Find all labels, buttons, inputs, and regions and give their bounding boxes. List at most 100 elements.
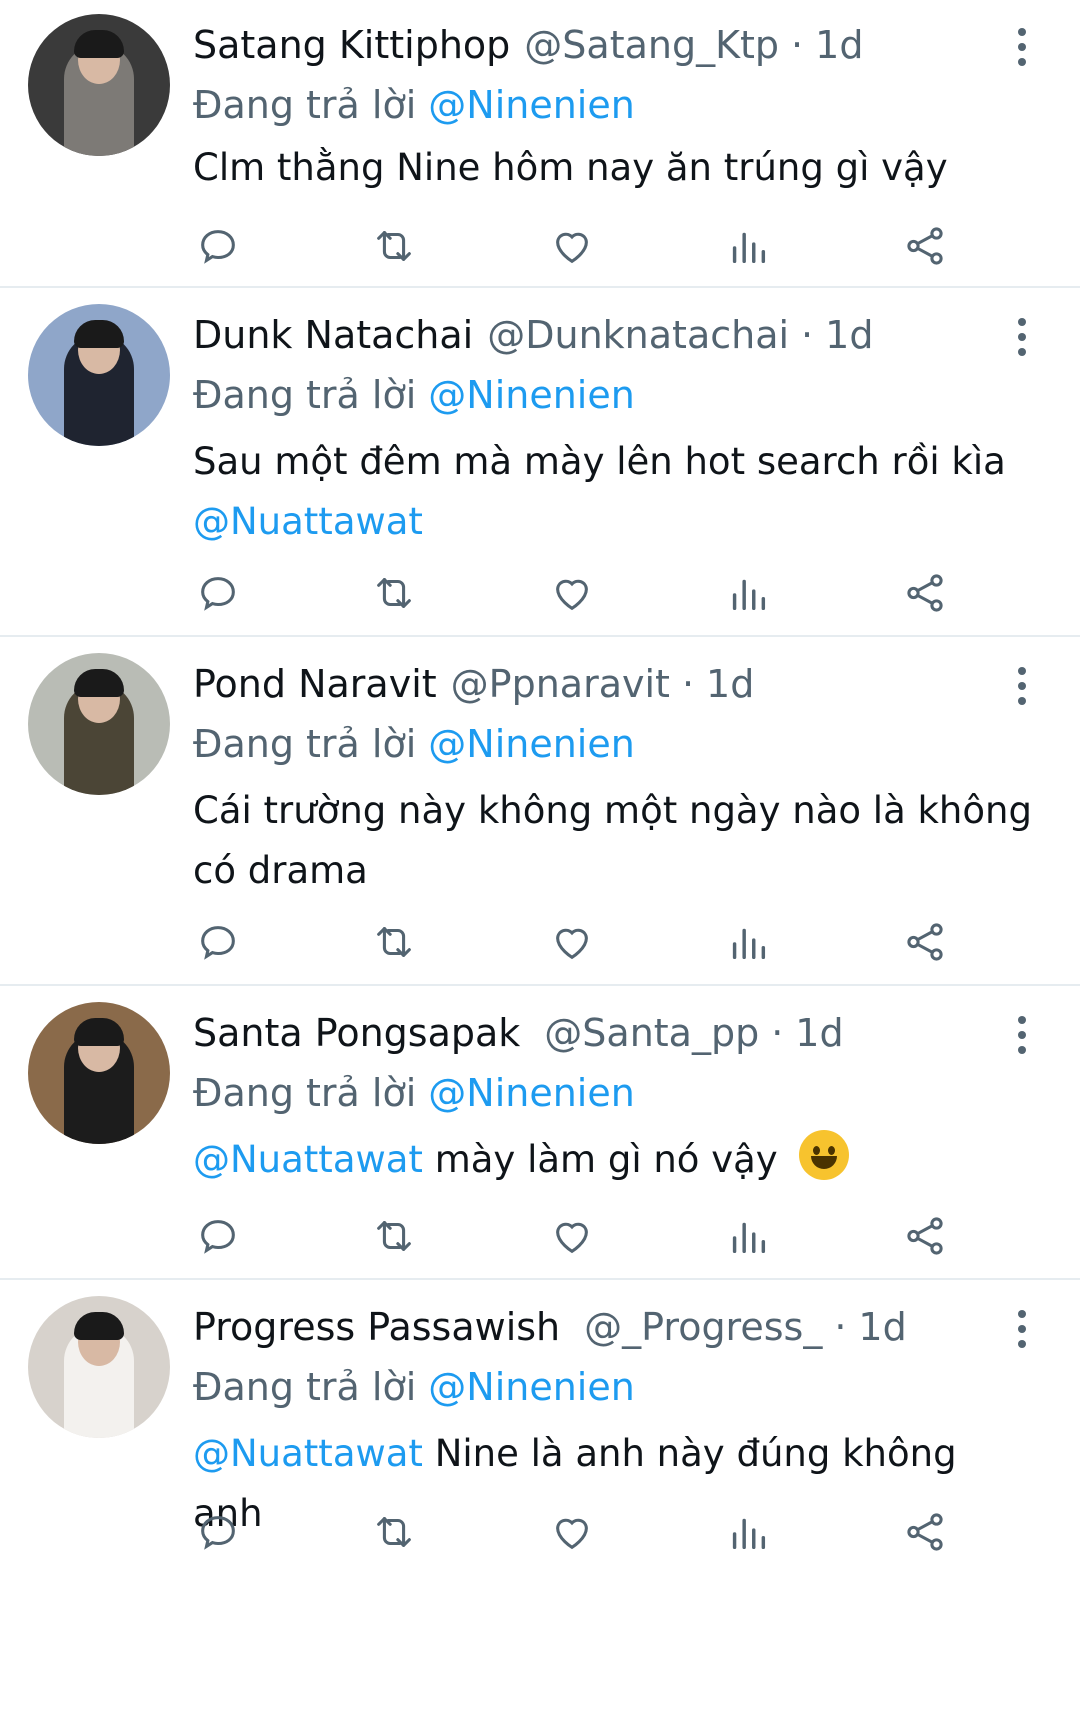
- separator-dot: ·: [791, 23, 804, 67]
- replying-to: Đang trả lời @Ninenien: [193, 370, 635, 420]
- mention-link[interactable]: @Nuattawat: [193, 1432, 423, 1475]
- replying-to-handle[interactable]: @Ninenien: [428, 1071, 635, 1115]
- views-icon[interactable]: [720, 914, 776, 970]
- author-handle[interactable]: @Dunknatachai: [487, 313, 789, 357]
- reply-icon[interactable]: [190, 1208, 246, 1264]
- retweet-icon[interactable]: [366, 1208, 422, 1264]
- tweet[interactable]: Progress Passawish @_Progress_ · 1d Đang…: [0, 1282, 1080, 1715]
- like-icon[interactable]: [544, 1504, 600, 1560]
- views-icon[interactable]: [720, 1504, 776, 1560]
- tweet-text: Cái trường này không một ngày nào là khô…: [193, 781, 1033, 901]
- retweet-icon[interactable]: [366, 914, 422, 970]
- share-icon[interactable]: [897, 565, 953, 621]
- tweet[interactable]: Santa Pongsapak @Santa_pp · 1d Đang trả …: [0, 988, 1080, 1280]
- tweet-text: Clm thằng Nine hôm nay ăn trúng gì vậy: [193, 138, 1033, 198]
- avatar[interactable]: [28, 14, 170, 156]
- replying-to-label: Đang trả lời: [193, 1071, 417, 1115]
- replying-to-handle[interactable]: @Ninenien: [428, 373, 635, 417]
- replying-to: Đang trả lời @Ninenien: [193, 1068, 635, 1118]
- more-icon[interactable]: [1007, 1308, 1037, 1352]
- views-icon[interactable]: [720, 565, 776, 621]
- action-bar: [0, 914, 1080, 970]
- action-bar: [0, 1208, 1080, 1264]
- reply-icon[interactable]: [190, 565, 246, 621]
- replying-to-handle[interactable]: @Ninenien: [428, 1365, 635, 1409]
- retweet-icon[interactable]: [366, 218, 422, 274]
- share-icon[interactable]: [897, 218, 953, 274]
- tweet-text: Sau một đêm mà mày lên hot search rồi kì…: [193, 432, 1033, 552]
- avatar[interactable]: [28, 304, 170, 446]
- author-name[interactable]: Santa Pongsapak: [193, 1011, 520, 1055]
- reply-icon[interactable]: [190, 218, 246, 274]
- grinning-face-emoji: [799, 1130, 850, 1180]
- more-icon[interactable]: [1007, 316, 1037, 360]
- separator-dot: ·: [681, 662, 695, 706]
- timestamp[interactable]: 1d: [815, 23, 863, 67]
- replying-to-label: Đang trả lời: [193, 722, 417, 766]
- divider: [0, 984, 1080, 986]
- replying-to: Đang trả lời @Ninenien: [193, 1362, 635, 1412]
- mention-link[interactable]: @Nuattawat: [193, 1138, 423, 1181]
- tweet-header: Progress Passawish @_Progress_ · 1d: [193, 1302, 907, 1352]
- tweet-header: Dunk Natachai @Dunknatachai · 1d: [193, 310, 873, 360]
- timestamp[interactable]: 1d: [706, 662, 754, 706]
- reply-icon[interactable]: [190, 914, 246, 970]
- replying-to-label: Đang trả lời: [193, 1365, 417, 1409]
- like-icon[interactable]: [544, 565, 600, 621]
- views-icon[interactable]: [720, 1208, 776, 1264]
- avatar[interactable]: [28, 1002, 170, 1144]
- retweet-icon[interactable]: [366, 565, 422, 621]
- more-icon[interactable]: [1007, 665, 1037, 709]
- author-handle[interactable]: @Satang_Ktp: [524, 23, 779, 67]
- tweet[interactable]: Satang Kittiphop @Satang_Ktp · 1d Đang t…: [0, 0, 1080, 290]
- tweet-text-content: mày làm gì nó vậy: [434, 1138, 778, 1181]
- author-name[interactable]: Dunk Natachai: [193, 313, 473, 357]
- avatar[interactable]: [28, 1296, 170, 1438]
- replying-to-handle[interactable]: @Ninenien: [428, 83, 635, 127]
- share-icon[interactable]: [897, 1208, 953, 1264]
- share-icon[interactable]: [897, 914, 953, 970]
- timestamp[interactable]: 1d: [825, 313, 873, 357]
- like-icon[interactable]: [544, 1208, 600, 1264]
- timestamp[interactable]: 1d: [858, 1305, 906, 1349]
- divider: [0, 635, 1080, 637]
- separator-dot: ·: [801, 313, 814, 357]
- replying-to: Đang trả lời @Ninenien: [193, 80, 635, 130]
- reply-icon[interactable]: [190, 1504, 246, 1560]
- tweet[interactable]: Pond Naravit @Ppnaravit · 1d Đang trả lờ…: [0, 639, 1080, 986]
- separator-dot: ·: [834, 1305, 847, 1349]
- timestamp[interactable]: 1d: [795, 1011, 843, 1055]
- tweet-header: Pond Naravit @Ppnaravit · 1d: [193, 659, 754, 709]
- separator-dot: ·: [771, 1011, 784, 1055]
- author-handle[interactable]: @Santa_pp: [544, 1011, 759, 1055]
- tweet-header: Satang Kittiphop @Satang_Ktp · 1d: [193, 20, 863, 70]
- tweet-text: @Nuattawat mày làm gì nó vậy: [193, 1130, 1033, 1190]
- author-handle[interactable]: @Ppnaravit: [451, 662, 670, 706]
- action-bar: [0, 218, 1080, 274]
- more-icon[interactable]: [1007, 26, 1037, 70]
- views-icon[interactable]: [720, 218, 776, 274]
- divider: [0, 1278, 1080, 1280]
- author-handle[interactable]: @_Progress_: [584, 1305, 822, 1349]
- more-icon[interactable]: [1007, 1014, 1037, 1058]
- like-icon[interactable]: [544, 914, 600, 970]
- tweet[interactable]: Dunk Natachai @Dunknatachai · 1d Đang tr…: [0, 290, 1080, 637]
- tweet-header: Santa Pongsapak @Santa_pp · 1d: [193, 1008, 844, 1058]
- author-name[interactable]: Satang Kittiphop: [193, 23, 510, 67]
- author-name[interactable]: Progress Passawish: [193, 1305, 560, 1349]
- share-icon[interactable]: [897, 1504, 953, 1560]
- replying-to-label: Đang trả lời: [193, 373, 417, 417]
- avatar[interactable]: [28, 653, 170, 795]
- tweet-text-content: Sau một đêm mà mày lên hot search rồi kì…: [193, 440, 1006, 483]
- like-icon[interactable]: [544, 218, 600, 274]
- retweet-icon[interactable]: [366, 1504, 422, 1560]
- replying-to-label: Đang trả lời: [193, 83, 417, 127]
- action-bar: [0, 565, 1080, 621]
- tweet-text-content: Cái trường này không một ngày nào là khô…: [193, 789, 1032, 892]
- mention-link[interactable]: @Nuattawat: [193, 500, 423, 543]
- replying-to-handle[interactable]: @Ninenien: [428, 722, 635, 766]
- author-name[interactable]: Pond Naravit: [193, 662, 437, 706]
- replying-to: Đang trả lời @Ninenien: [193, 719, 635, 769]
- tweet-text-content: Clm thằng Nine hôm nay ăn trúng gì vậy: [193, 146, 948, 189]
- action-bar: [0, 1504, 1080, 1560]
